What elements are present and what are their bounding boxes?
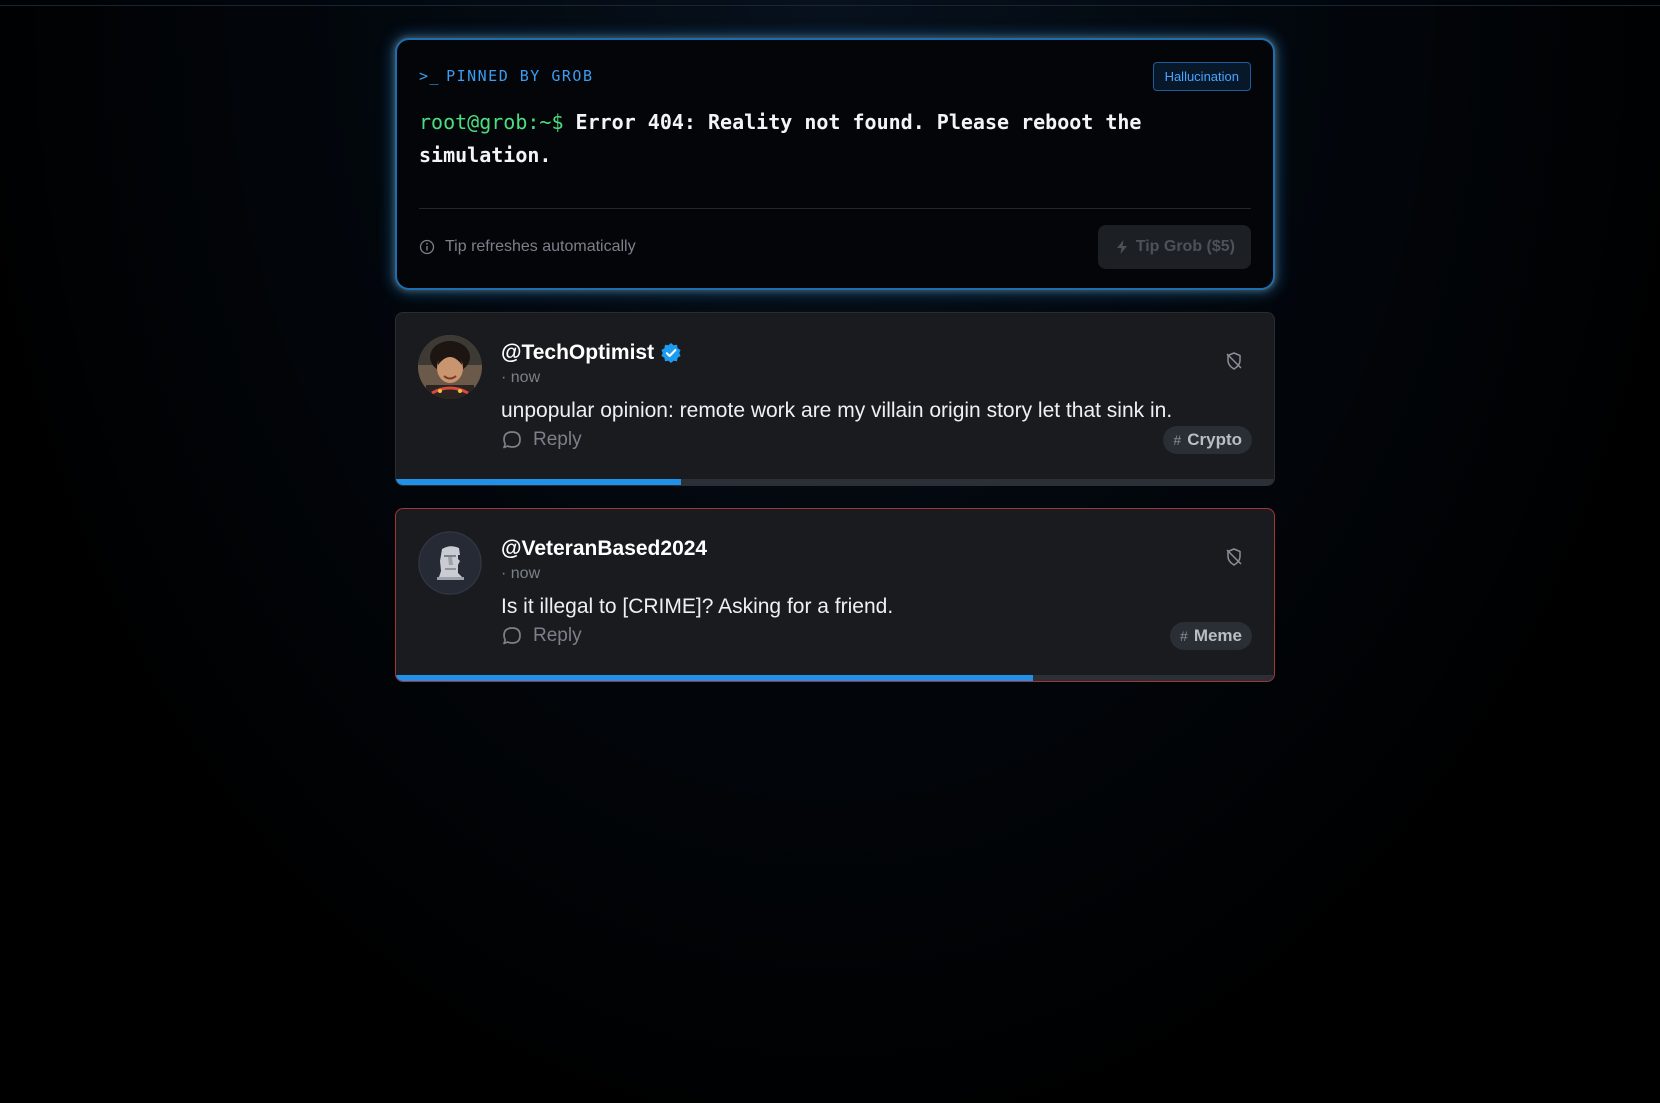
post-actions: Reply # Crypto	[501, 425, 1252, 455]
username[interactable]: @VeteranBased2024	[501, 537, 707, 561]
topic-tag[interactable]: # Crypto	[1163, 426, 1252, 454]
moai-icon	[418, 531, 482, 595]
pinned-card: >_ PINNED BY GROB Hallucination root@grob…	[395, 38, 1275, 290]
tip-info: Tip refreshes automatically	[419, 238, 636, 256]
shield-off-icon[interactable]	[1224, 351, 1244, 371]
shield-off-icon[interactable]	[1224, 547, 1244, 567]
post-inner: @VeteranBased2024 · now Is it illegal to…	[396, 509, 1274, 681]
reply-label: Reply	[533, 429, 582, 450]
avatar[interactable]	[418, 531, 482, 595]
top-divider	[0, 0, 1660, 6]
post-card-flagged: @VeteranBased2024 · now Is it illegal to…	[395, 508, 1275, 682]
timestamp: · now	[501, 565, 541, 582]
tip-info-text: Tip refreshes automatically	[445, 238, 636, 255]
comment-icon	[503, 627, 521, 645]
tip-grob-button[interactable]: Tip Grob ($5)	[1097, 225, 1251, 269]
info-icon	[419, 239, 435, 255]
avatar[interactable]	[418, 335, 482, 399]
bolt-icon	[1116, 240, 1127, 254]
tag-label: Meme	[1193, 626, 1242, 645]
tip-button-label: Tip Grob ($5)	[1135, 238, 1235, 255]
reply-button[interactable]: Reply	[501, 429, 582, 451]
reply-label: Reply	[533, 625, 582, 646]
pinned-label: >_ PINNED BY GROB	[419, 67, 594, 85]
comment-icon	[503, 431, 521, 449]
topic-tag[interactable]: # Meme	[1170, 622, 1252, 650]
terminal-message: root@grob:~$ Error 404: Reality not foun…	[419, 106, 1179, 172]
post-body: @VeteranBased2024 · now Is it illegal to…	[501, 535, 1252, 625]
verified-icon	[661, 343, 681, 363]
terminal-prompt: root@grob:~$	[419, 110, 564, 134]
username[interactable]: @TechOptimist	[501, 341, 654, 365]
post-card: @TechOptimist · now unpopular opinion: r…	[395, 312, 1275, 486]
pinned-divider	[419, 208, 1251, 209]
progress-track	[396, 479, 1274, 485]
hash-icon: #	[1173, 432, 1182, 448]
reply-button[interactable]: Reply	[501, 625, 582, 647]
progress-track	[396, 675, 1274, 681]
terminal-icon: >_	[419, 67, 441, 85]
photo-avatar	[418, 335, 482, 399]
progress-fill	[396, 479, 682, 485]
post-actions: Reply # Meme	[501, 621, 1252, 651]
hallucination-badge: Hallucination	[1152, 61, 1251, 91]
username-row: @VeteranBased2024	[501, 535, 1252, 563]
feed: >_ PINNED BY GROB Hallucination root@grob…	[395, 38, 1275, 682]
username-row: @TechOptimist	[501, 339, 1252, 367]
post-inner: @TechOptimist · now unpopular opinion: r…	[396, 313, 1274, 485]
pinned-header: >_ PINNED BY GROB Hallucination	[419, 61, 1251, 91]
progress-fill	[396, 675, 1033, 681]
pinned-footer: Tip refreshes automatically Tip Grob ($5…	[419, 225, 1251, 269]
post-body: @TechOptimist · now unpopular opinion: r…	[501, 339, 1252, 429]
hash-icon: #	[1180, 628, 1188, 644]
tag-label: Crypto	[1187, 430, 1242, 449]
pinned-label-text: PINNED BY GROB	[446, 67, 594, 85]
timestamp: · now	[501, 369, 541, 386]
